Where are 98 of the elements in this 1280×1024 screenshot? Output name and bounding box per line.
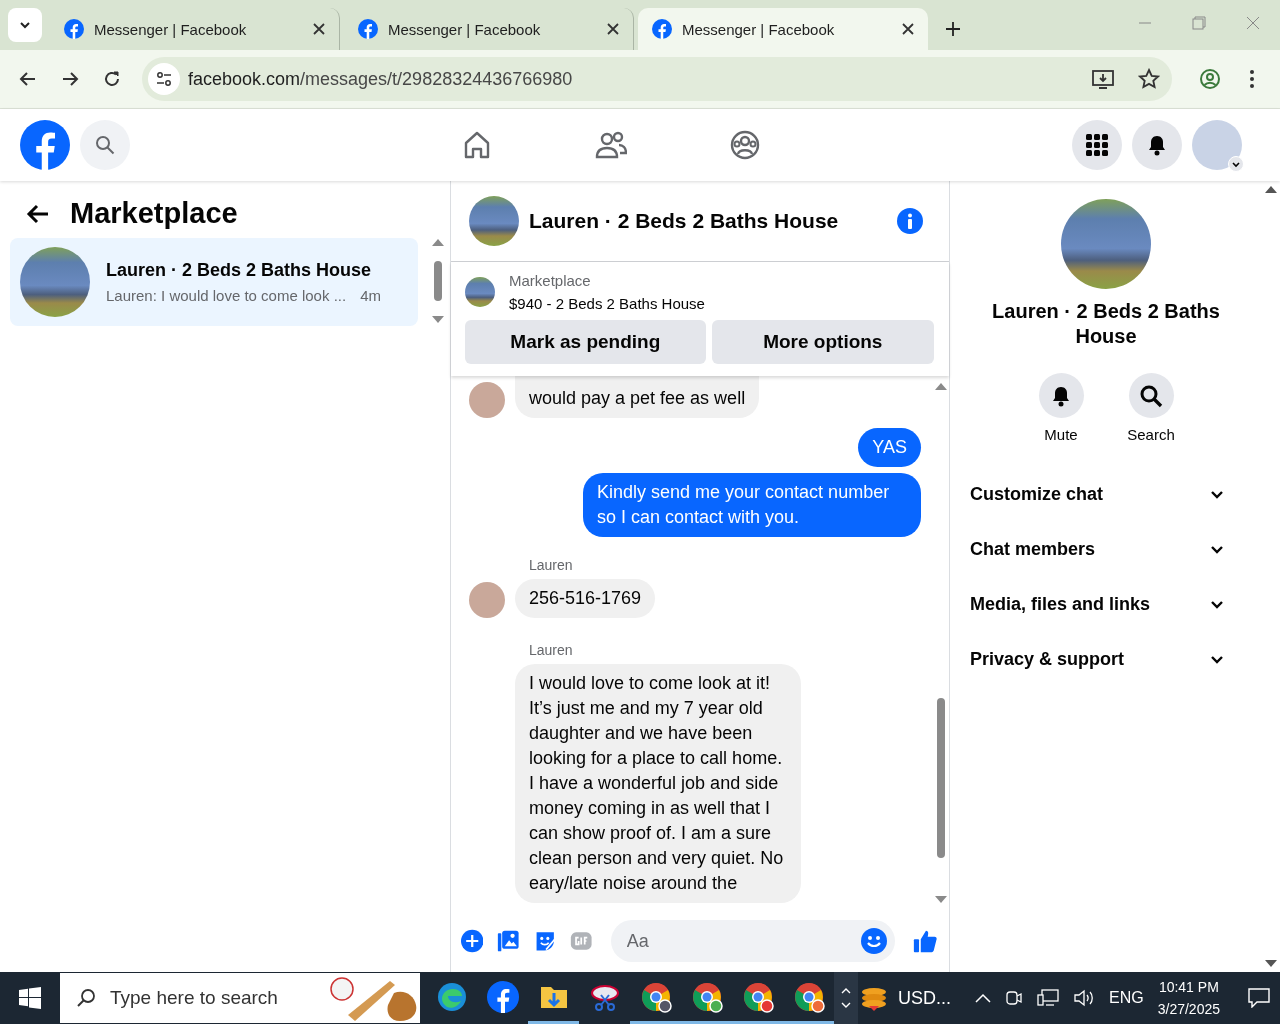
house-photo: [469, 196, 519, 246]
chrome-logo-icon: [741, 980, 774, 1013]
currency-label: USD...: [898, 987, 952, 1009]
message-bubble: I would love to come look at it! It’s just me and my 7 year old daughter and we have been looking for a place to call home. I have a wonderful job and side money coming in as well that I can show proof of. I am a sure clean person and very quiet. No eary/late noise around the: [515, 664, 801, 903]
bell-icon: [1050, 384, 1072, 407]
facebook-logo-icon: [486, 980, 519, 1013]
install-app-icon[interactable]: [1092, 69, 1114, 89]
network-icon[interactable]: [1037, 989, 1060, 1007]
scrollbar-thumb[interactable]: [434, 261, 442, 301]
taskbar-scroll-control[interactable]: [834, 972, 858, 1024]
message-bubble: Kindly send me your contact number so I can contact with you.: [583, 473, 921, 537]
chevron-down-icon: [841, 1002, 851, 1008]
section-label: Customize chat: [970, 484, 1104, 505]
listing-summary: $940 - 2 Beds 2 Baths House: [509, 295, 705, 312]
settings-section[interactable]: Media, files and links: [970, 577, 1224, 632]
address-bar[interactable]: facebook.com/messages/t/29828324436766980: [142, 57, 1172, 101]
message-bubble: 256-516-1769: [515, 579, 656, 618]
facebook-logo[interactable]: [20, 120, 70, 170]
language-indicator[interactable]: ENG: [1109, 989, 1144, 1007]
grid-icon: [1086, 134, 1108, 156]
search-icon: [1139, 383, 1163, 408]
conversation-item[interactable]: Lauren · 2 Beds 2 Baths House Lauren: I would love to come look ... 4m: [10, 238, 418, 326]
back-arrow-icon[interactable]: [26, 203, 50, 224]
scroll-up-arrow-icon[interactable]: [432, 238, 444, 246]
plus-icon: [945, 21, 961, 37]
notifications-button[interactable]: [1132, 120, 1182, 170]
scrollbar-thumb[interactable]: [937, 698, 945, 858]
message-preview: Lauren: I would love to come look ...: [106, 287, 347, 304]
clock-time[interactable]: 10:41 PM: [1157, 976, 1220, 998]
message-bubble: would pay a pet fee as well: [515, 376, 760, 418]
listing-label: Marketplace: [509, 272, 592, 289]
chrome-logo-icon: [639, 980, 672, 1013]
search-button[interactable]: Search: [1117, 373, 1185, 443]
settings-section[interactable]: Customize chat: [970, 467, 1224, 522]
house-photo: [465, 277, 495, 307]
chevron-up-icon[interactable]: [975, 993, 992, 1003]
plus-icon[interactable]: [461, 928, 484, 954]
chat-title: Lauren · 2 Beds 2 Baths House: [991, 299, 1221, 349]
photo-gallery-icon[interactable]: [497, 928, 520, 954]
friends-icon[interactable]: [595, 130, 627, 160]
reload-icon: [103, 70, 121, 88]
scroll-up-arrow-icon[interactable]: [1265, 185, 1277, 193]
close-tab-icon[interactable]: [313, 23, 325, 35]
search-placeholder: Type here to search: [110, 987, 279, 1009]
clock-date[interactable]: 3/27/2025: [1157, 998, 1220, 1020]
search-icon: [76, 988, 96, 1008]
close-tab-icon[interactable]: [607, 23, 619, 35]
taskbar-search-field[interactable]: Type here to search: [60, 973, 420, 1023]
back-arrow-icon: [19, 70, 37, 88]
info-icon[interactable]: [897, 208, 923, 234]
forward-arrow-icon: [61, 70, 79, 88]
message-field[interactable]: Aa: [610, 920, 895, 962]
search-icon: [95, 135, 115, 155]
chrome-logo-icon: [792, 980, 825, 1013]
menu-button[interactable]: [1072, 120, 1122, 170]
message-input[interactable]: Aa: [624, 929, 861, 953]
conversation-name: Lauren · 2 Beds 2 Baths House: [106, 260, 373, 281]
site-settings-icon[interactable]: [148, 63, 180, 95]
groups-icon[interactable]: [730, 130, 760, 160]
listing-action-button[interactable]: Mark as pending: [465, 320, 706, 364]
close-tab-icon[interactable]: [902, 23, 914, 35]
message-bubble: YAS: [858, 428, 921, 467]
panel-title: Marketplace: [70, 197, 238, 230]
browser-tab[interactable]: Messenger | Facebook: [638, 8, 928, 50]
scroll-down-arrow-icon[interactable]: [1265, 960, 1277, 968]
mute-button[interactable]: Mute: [1027, 373, 1095, 443]
sender-name: Lauren: [529, 557, 574, 573]
bookmark-star-icon[interactable]: [1138, 68, 1160, 90]
windows-logo-icon: [19, 987, 41, 1009]
emoji-icon[interactable]: [860, 928, 887, 954]
section-label: Media, files and links: [970, 594, 1151, 615]
facebook-logo-icon: [358, 19, 378, 39]
chevron-up-icon: [841, 988, 851, 994]
scroll-down-arrow-icon[interactable]: [432, 316, 444, 324]
caret-icon: [1228, 156, 1244, 172]
message-time: 4m: [360, 287, 381, 304]
search-button[interactable]: [80, 120, 130, 170]
listing-action-button[interactable]: More options: [711, 320, 934, 364]
tab-search-button[interactable]: [8, 8, 42, 42]
notifications-icon[interactable]: [1248, 988, 1270, 1008]
settings-section[interactable]: Privacy & support: [970, 632, 1224, 687]
edge-logo-icon: [435, 980, 468, 1013]
home-icon[interactable]: [462, 130, 492, 160]
settings-section[interactable]: Chat members: [970, 522, 1224, 577]
facebook-logo-icon: [652, 19, 672, 39]
facebook-logo-icon: [64, 19, 84, 39]
volume-icon[interactable]: [1073, 989, 1096, 1007]
close-window-icon[interactable]: [1246, 16, 1260, 30]
camera-icon[interactable]: [1005, 989, 1024, 1007]
bell-icon: [1146, 134, 1168, 156]
chrome-logo-icon: [690, 980, 723, 1013]
currency-widget[interactable]: USD...: [860, 984, 952, 1012]
scroll-down-arrow-icon[interactable]: [935, 896, 947, 904]
scroll-up-arrow-icon[interactable]: [935, 382, 947, 390]
section-label: Chat members: [970, 539, 1096, 560]
sender-name: Lauren: [529, 642, 574, 658]
chat-title: Lauren · 2 Beds 2 Baths House: [529, 209, 840, 233]
section-label: Privacy & support: [970, 649, 1125, 670]
